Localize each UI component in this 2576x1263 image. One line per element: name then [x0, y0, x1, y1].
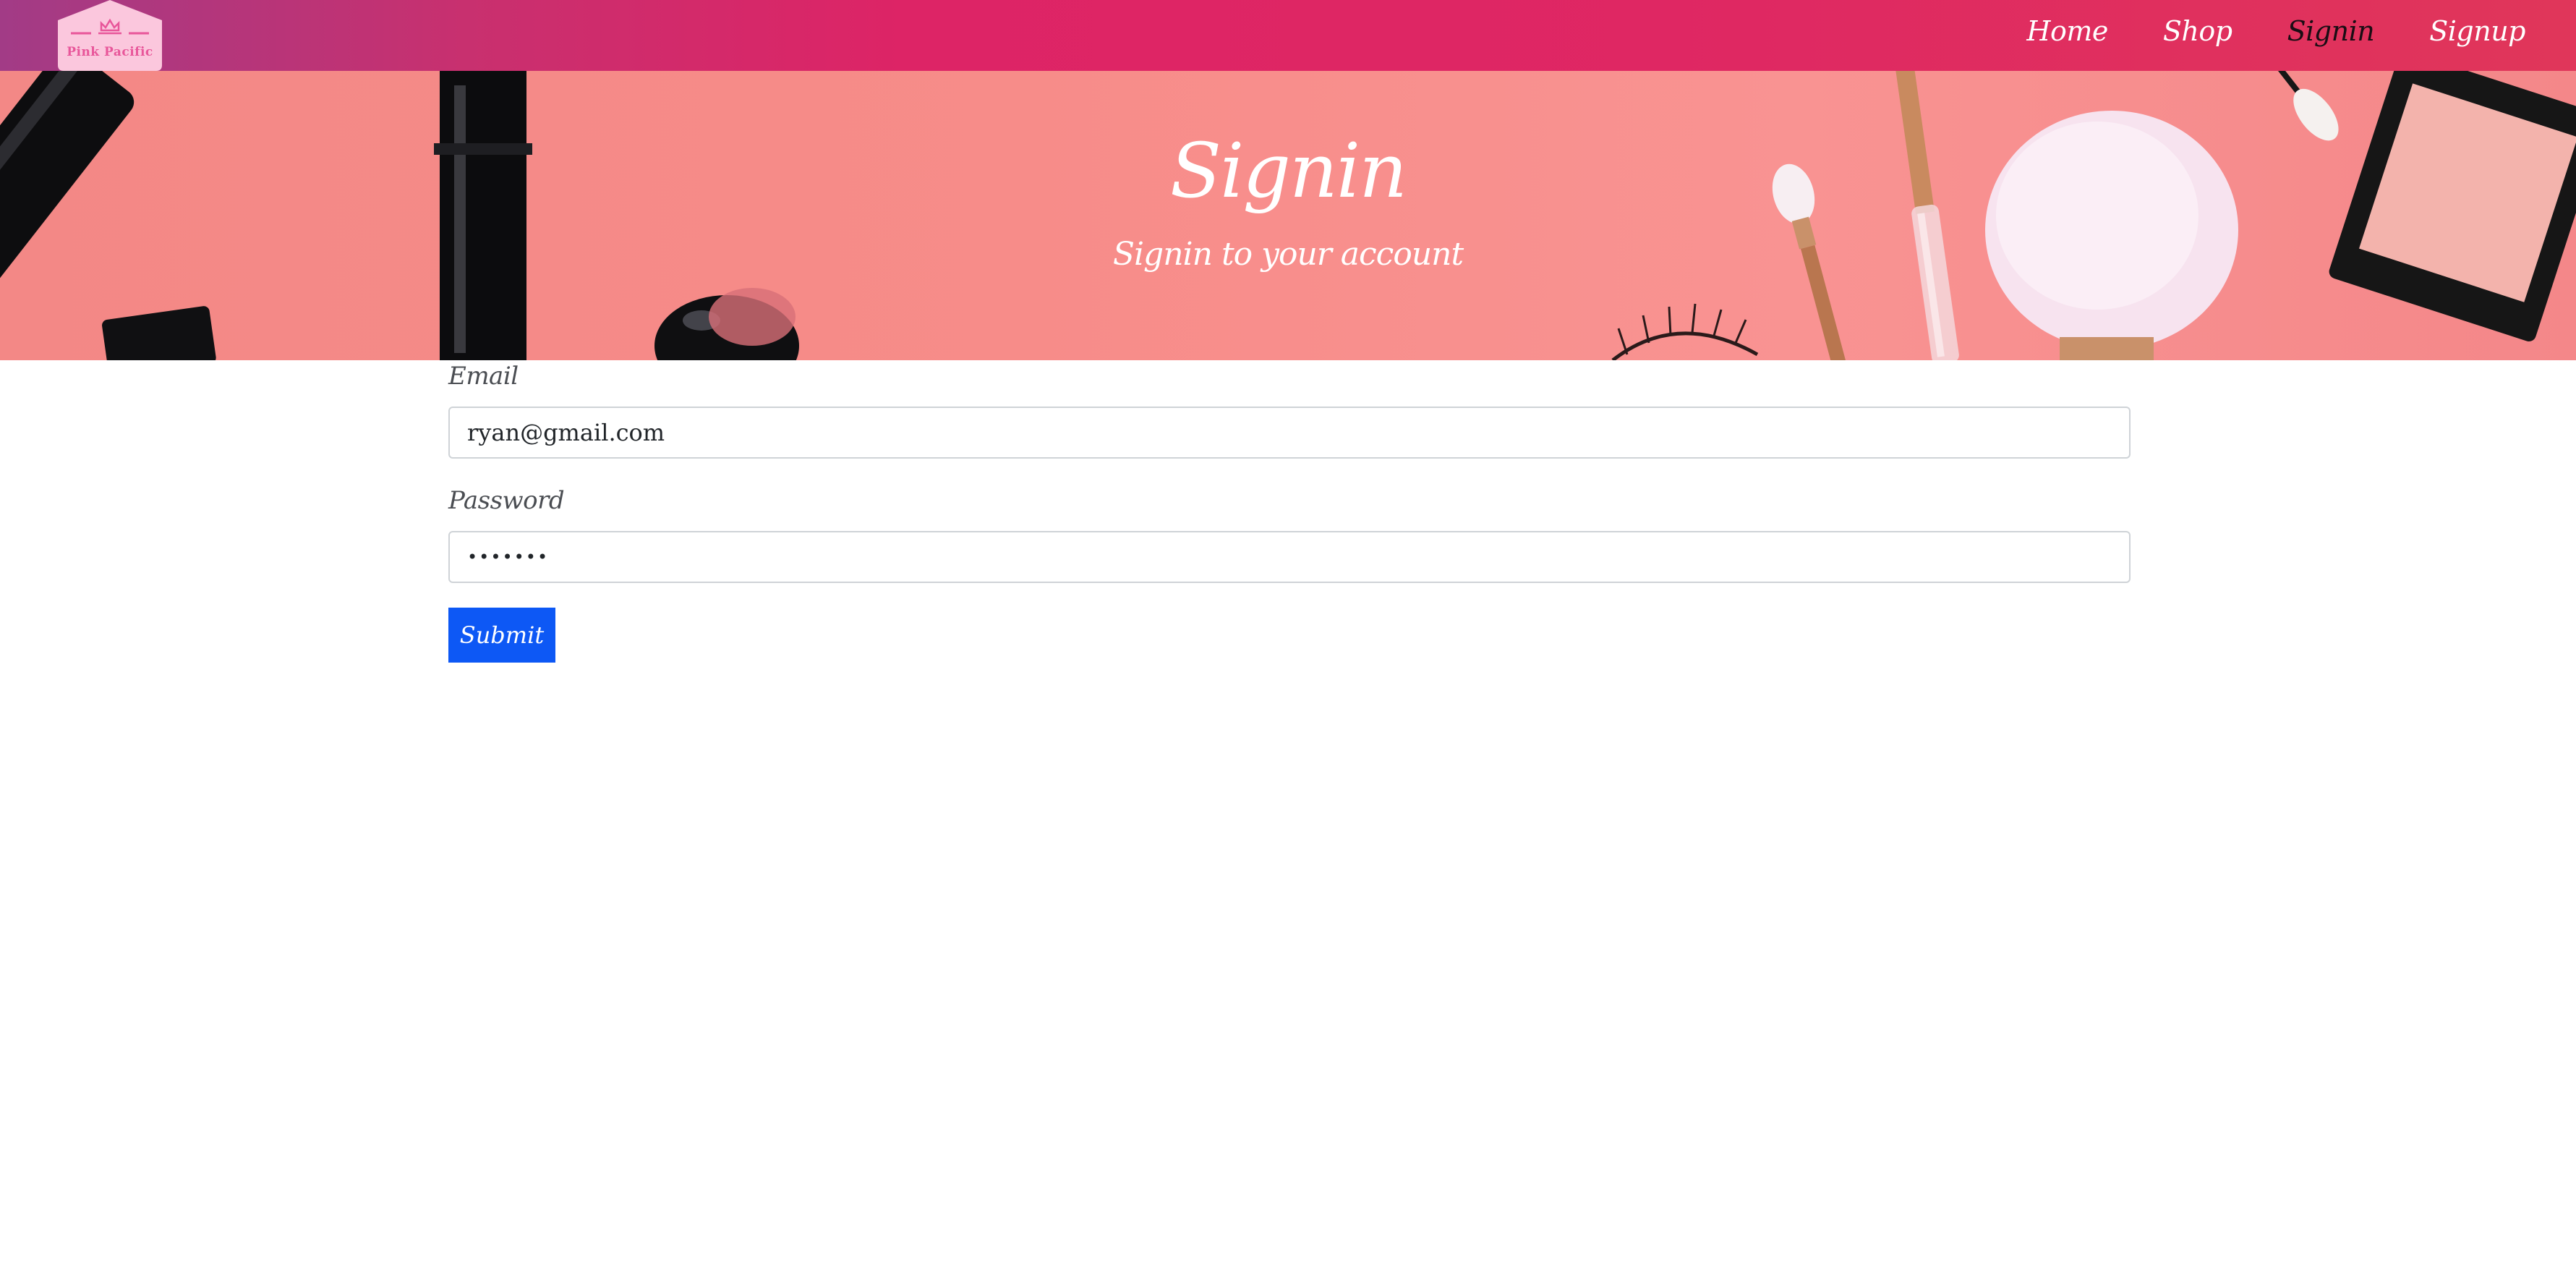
crown-logo-icon: [58, 0, 162, 71]
nav-link-signup[interactable]: Signup: [2429, 15, 2525, 47]
submit-button[interactable]: Submit: [448, 608, 555, 663]
page-title: Signin: [1169, 127, 1407, 215]
password-label: Password: [448, 486, 565, 515]
brand-name: Pink Pacific: [67, 45, 153, 59]
hero-banner: Signin Signin to your account: [0, 71, 2576, 360]
nav-link-signin[interactable]: Signin: [2287, 15, 2375, 47]
nav-menu: Home Shop Signin Signup: [1971, 0, 2525, 62]
cosmetics-background-image: [0, 71, 2576, 360]
nav-link-shop[interactable]: Shop: [2163, 15, 2232, 47]
nav-link-home[interactable]: Home: [2026, 15, 2108, 47]
brand-logo[interactable]: Pink Pacific: [58, 0, 162, 71]
email-input[interactable]: ryan@gmail.com: [448, 407, 2131, 459]
password-input[interactable]: •••••••: [448, 531, 2131, 583]
email-label: Email: [448, 362, 519, 391]
page-subtitle: Signin to your account: [1112, 236, 1464, 273]
navbar: Pink Pacific Home Shop Signin Signup: [0, 0, 2576, 71]
